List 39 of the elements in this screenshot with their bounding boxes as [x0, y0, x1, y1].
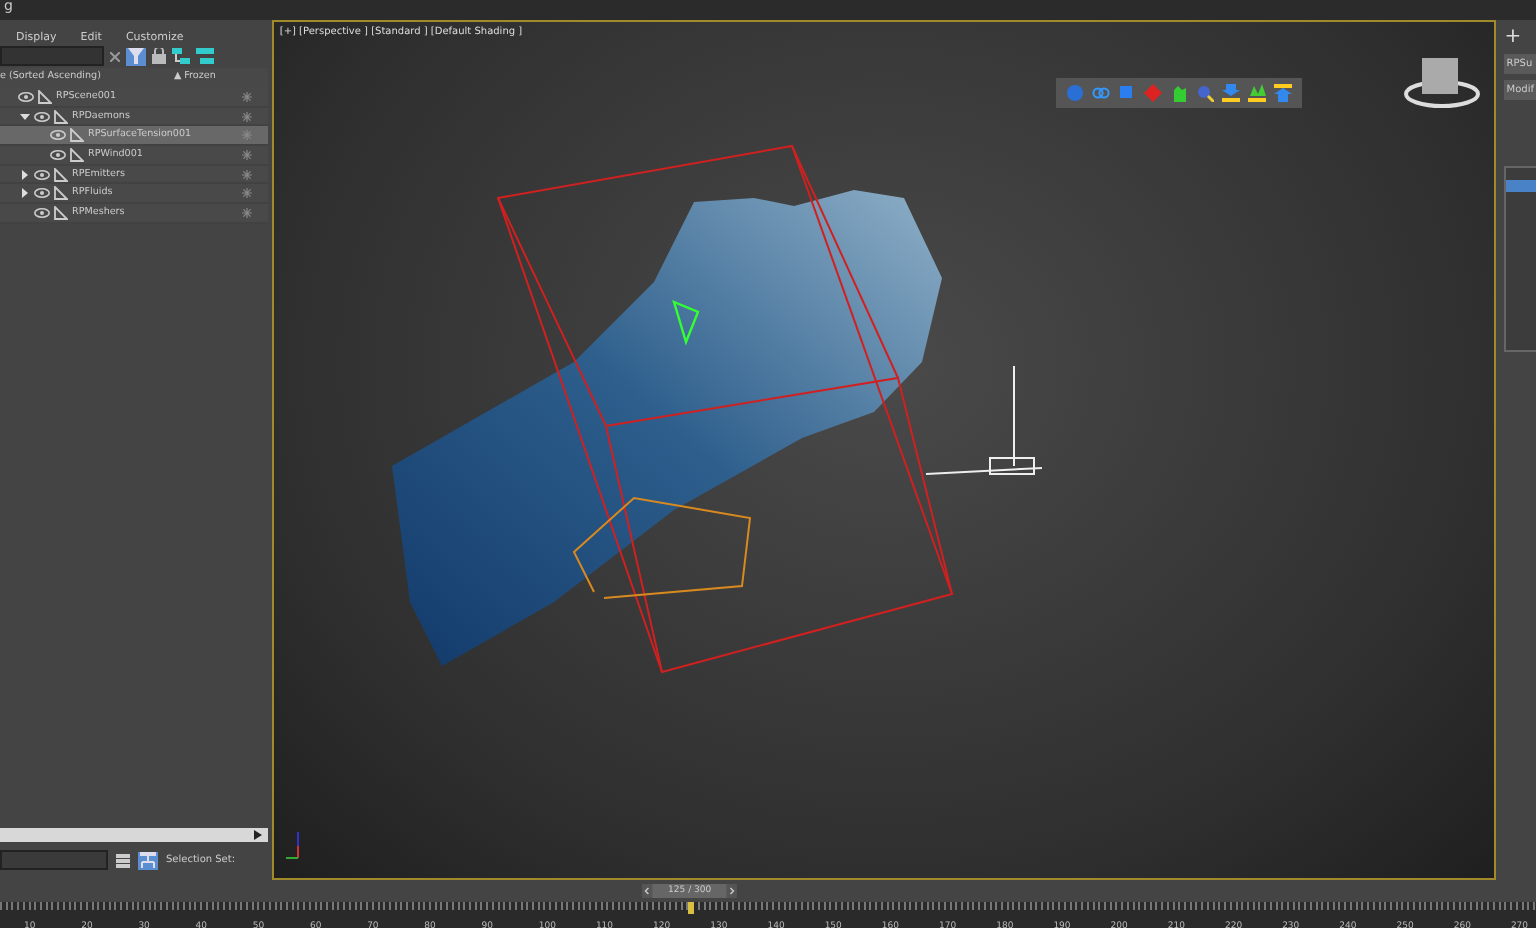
download-icon[interactable]	[1221, 84, 1240, 102]
viewcube-icon[interactable]	[1403, 58, 1480, 108]
snowflake-icon[interactable]	[241, 91, 252, 102]
eye-icon[interactable]	[34, 169, 50, 180]
snowflake-icon[interactable]	[241, 111, 252, 122]
snowflake-icon[interactable]	[241, 149, 252, 160]
clear-icon[interactable]	[110, 51, 120, 61]
lock-icon[interactable]	[152, 48, 166, 64]
create-button[interactable]: +	[1504, 28, 1536, 48]
time-marker[interactable]	[687, 902, 694, 914]
collapse-arrow-icon[interactable]	[20, 111, 30, 122]
axis-tripod-icon	[284, 831, 299, 859]
eye-icon[interactable]	[34, 111, 50, 122]
snowflake-icon[interactable]	[241, 207, 252, 218]
magnifier-icon[interactable]	[1195, 84, 1214, 102]
eye-icon[interactable]	[18, 91, 34, 102]
snowflake-icon[interactable]	[241, 169, 252, 180]
layer-field[interactable]	[0, 850, 108, 870]
hierarchy-button[interactable]	[138, 851, 158, 869]
snowflake-icon[interactable]	[241, 188, 252, 199]
expand-arrow-icon[interactable]	[20, 169, 30, 180]
eye-icon[interactable]	[50, 130, 66, 141]
wind-helper-icon	[671, 299, 700, 346]
filter-button[interactable]	[126, 47, 146, 65]
previous-frame-icon[interactable]	[642, 884, 653, 898]
layers-icon[interactable]	[116, 853, 130, 867]
expand-arrow-icon[interactable]	[20, 188, 30, 199]
eye-icon[interactable]	[50, 149, 66, 160]
next-frame-icon[interactable]	[727, 884, 738, 898]
layers-icon[interactable]	[196, 48, 214, 64]
scroll-right-icon[interactable]	[253, 830, 262, 840]
search-field[interactable]	[0, 46, 104, 66]
horizontal-scrollbar[interactable]	[0, 828, 268, 842]
eye-icon[interactable]	[34, 188, 50, 199]
eye-icon[interactable]	[34, 207, 50, 218]
upload-icon[interactable]	[1273, 84, 1292, 102]
gizmo-icon	[924, 365, 1043, 475]
hierarchy-icon[interactable]	[172, 48, 190, 64]
link-icon[interactable]	[1091, 84, 1110, 102]
